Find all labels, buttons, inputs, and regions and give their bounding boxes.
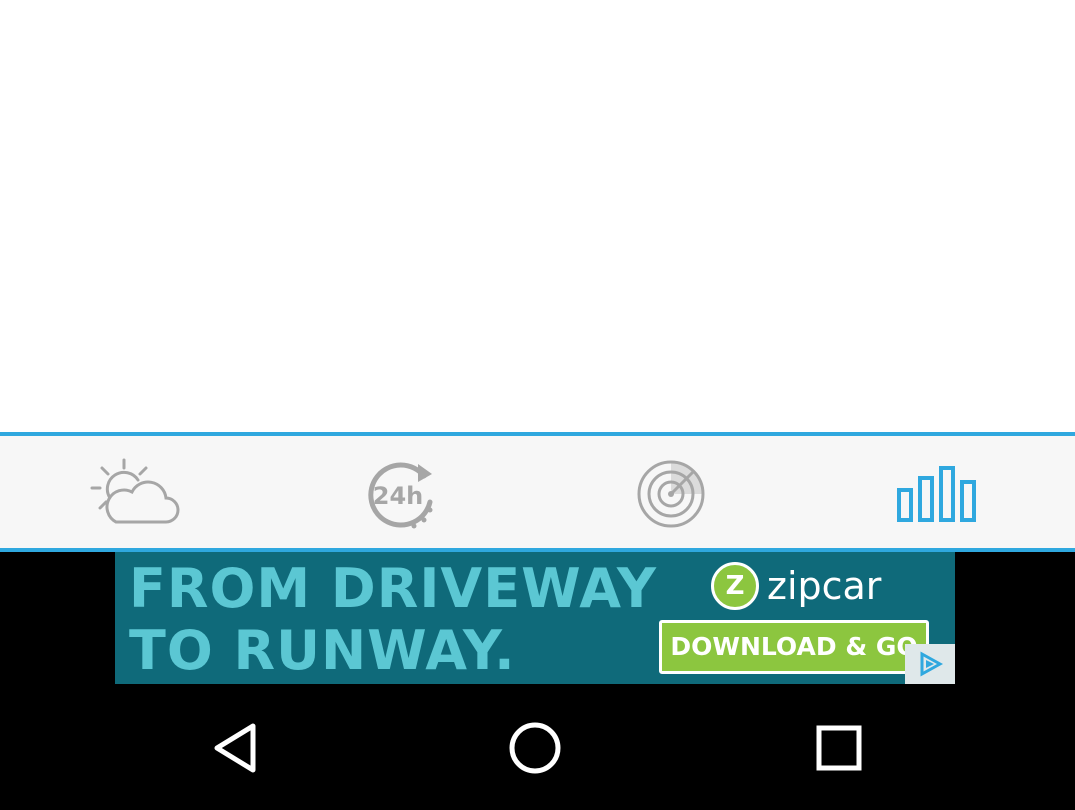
24h-icon-label: 24h — [373, 482, 423, 510]
radar-icon — [637, 460, 705, 528]
tab-hourly-forecast[interactable]: 24h — [268, 440, 536, 548]
tab-statistics[interactable] — [806, 440, 1074, 548]
zipcar-logo: Z zipcar — [711, 560, 881, 612]
tab-current-weather[interactable] — [0, 440, 268, 548]
zipcar-logo-mark: Z — [711, 562, 759, 610]
zipcar-ad[interactable]: FROM DRIVEWAY TO RUNWAY. Z zipcar DOWNLO… — [115, 552, 955, 684]
adchoices-triangle-icon — [920, 651, 943, 677]
back-button[interactable] — [195, 708, 275, 788]
tab-radar[interactable] — [537, 440, 805, 548]
recents-square-icon — [816, 725, 862, 771]
adchoices-icon[interactable] — [905, 644, 955, 684]
ad-banner-bar: FROM DRIVEWAY TO RUNWAY. Z zipcar DOWNLO… — [0, 552, 1075, 684]
home-circle-icon — [509, 722, 561, 774]
main-content-area — [0, 0, 1075, 432]
bottom-tab-bar: 24h — [0, 432, 1075, 552]
ad-headline-line-2: TO RUNWAY. — [129, 619, 516, 682]
back-triangle-icon — [214, 723, 256, 773]
recents-button[interactable] — [799, 708, 879, 788]
download-and-go-button[interactable]: DOWNLOAD & GO — [659, 620, 929, 674]
ad-headline-line-1: FROM DRIVEWAY — [129, 557, 657, 620]
24h-clock-icon: 24h — [368, 462, 433, 529]
ad-headline: FROM DRIVEWAY TO RUNWAY. — [129, 558, 689, 682]
system-navigation-bar — [0, 684, 1075, 810]
bar-chart-icon — [897, 466, 976, 522]
home-button[interactable] — [495, 708, 575, 788]
partly-cloudy-icon — [90, 458, 180, 524]
zipcar-logo-text: zipcar — [767, 564, 882, 608]
